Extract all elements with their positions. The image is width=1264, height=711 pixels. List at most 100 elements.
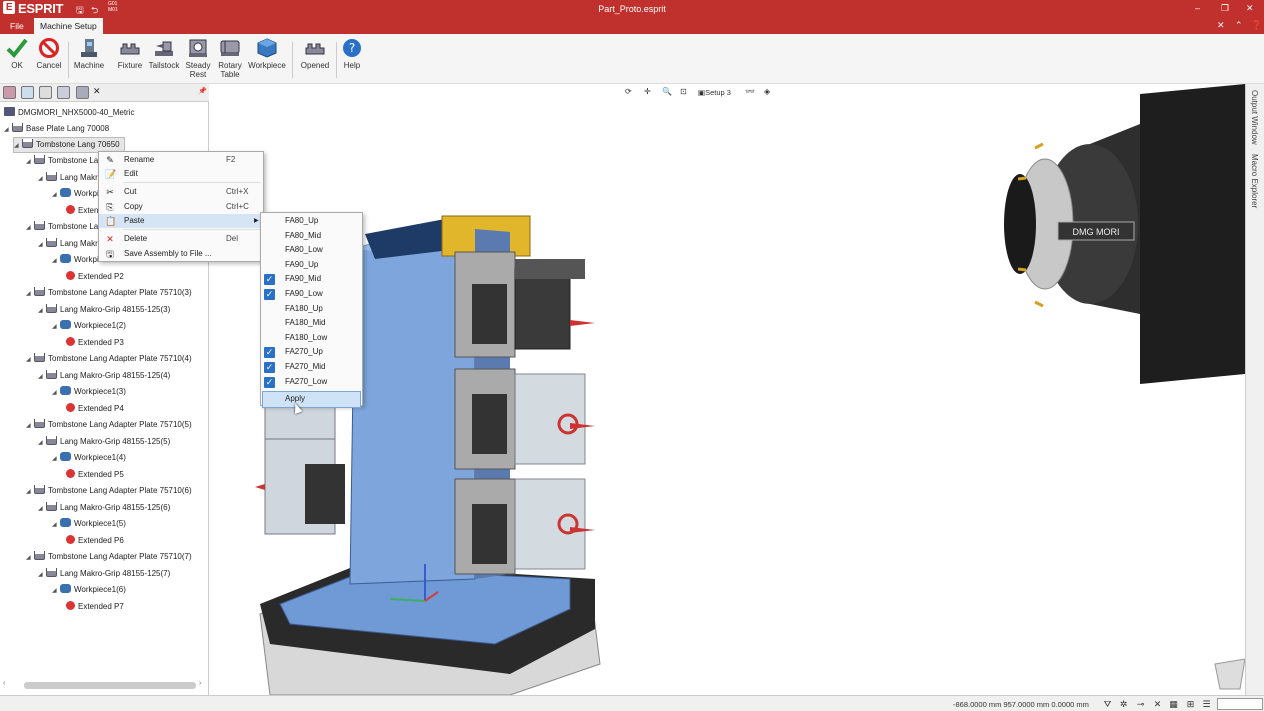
expand-arrow-icon[interactable]: ◢ (38, 304, 46, 318)
menu-item-rename[interactable]: ✎ Rename F2 (99, 153, 263, 167)
tree-item-extended-part[interactable]: Extended P3 (66, 336, 124, 350)
expand-arrow-icon[interactable]: ◢ (52, 320, 60, 334)
output-window-tab[interactable]: Output Window (1250, 90, 1259, 145)
tree-item-fixture[interactable]: ◢ Tombstone Lang 70650 (13, 137, 125, 153)
tree-item-workpiece[interactable]: ◢ Workpiece1(4) (52, 451, 126, 465)
expand-arrow-icon[interactable]: ◢ (26, 287, 34, 301)
expand-arrow-icon[interactable]: ◢ (38, 370, 46, 384)
menu-item-copy[interactable]: ⎘ Copy Ctrl+C (99, 200, 263, 214)
menu-item-delete[interactable]: ✕ Delete Del (99, 232, 263, 246)
layers-status-icon[interactable]: ⊞ (1185, 699, 1196, 709)
paste-option-fa80-low[interactable]: FA80_Low (261, 243, 362, 258)
tree-item-extended-part[interactable]: Extended P7 (66, 600, 124, 614)
menu-item-save-assembly-to-file[interactable]: 🖫 Save Assembly to File ... (99, 247, 263, 261)
cancel-button[interactable]: Cancel (35, 37, 63, 70)
features-icon[interactable] (57, 86, 70, 99)
close-icon[interactable]: ✕ (1246, 3, 1254, 14)
tree-item-extended-part[interactable]: Extended P4 (66, 402, 124, 416)
tree-item-extended-part[interactable]: Extended P5 (66, 468, 124, 482)
opened-button[interactable]: Opened (299, 37, 331, 70)
tree-item-fixture[interactable]: ◢ Tombstone Lang Adapter Plate 75710(6) (26, 484, 192, 498)
expand-arrow-icon[interactable]: ◢ (38, 502, 46, 516)
layers-icon[interactable] (21, 86, 34, 99)
tree-item-extended-part[interactable]: Extended P2 (66, 270, 124, 284)
expand-arrow-icon[interactable]: ◢ (38, 568, 46, 582)
pan-icon[interactable]: ✛ (644, 87, 651, 96)
tree-item-fixture[interactable]: DMGMORI_NHX5000-40_Metric (4, 106, 134, 120)
expand-arrow-icon[interactable]: ◢ (38, 436, 46, 450)
paste-option-fa80-up[interactable]: FA80_Up (261, 214, 362, 229)
cross-icon[interactable]: ✕ (1152, 699, 1163, 709)
macro-explorer-tab[interactable]: Macro Explorer (1250, 154, 1259, 208)
tree-item-extended-part[interactable]: Extended P6 (66, 534, 124, 548)
paste-option-fa90-mid[interactable]: ✓ FA90_Mid (261, 272, 362, 287)
expand-arrow-icon[interactable]: ◢ (26, 155, 34, 169)
tree-item-fixture[interactable]: ◢ Lang Makro-Grip 48155-125(7) (38, 567, 170, 581)
paste-option-fa80-mid[interactable]: FA80_Mid (261, 229, 362, 244)
binoculars-icon[interactable]: 👓 (745, 87, 755, 96)
tree-item-fixture[interactable]: ◢ Lang Makro-Grip 48155-125(4) (38, 369, 170, 383)
expand-arrow-icon[interactable]: ◢ (52, 518, 60, 532)
expand-arrow-icon[interactable]: ◢ (26, 551, 34, 565)
workpiece-button[interactable]: Workpiece (248, 37, 286, 70)
collapse-ribbon-icon[interactable]: ⌃ (1235, 20, 1243, 31)
grid-icon[interactable]: ▦ (1168, 699, 1179, 709)
fixture-button[interactable]: Fixture (117, 37, 143, 70)
rotary-table-button[interactable]: Rotary Table (216, 37, 244, 79)
expand-arrow-icon[interactable]: ◢ (52, 254, 60, 268)
menu-item-edit[interactable]: 📝 Edit (99, 167, 263, 181)
rotate-icon[interactable]: ⟳ (625, 87, 632, 96)
pin-icon[interactable]: 📌 (198, 87, 207, 95)
tailstock-button[interactable]: Tailstock (148, 37, 180, 70)
view-orientation-icon[interactable]: ◈ (764, 87, 770, 96)
paste-option-fa270-low[interactable]: ✓ FA270_Low (261, 375, 362, 390)
paste-option-fa180-low[interactable]: FA180_Low (261, 331, 362, 346)
restore-icon[interactable]: ❐ (1221, 3, 1229, 14)
paste-option-fa90-low[interactable]: ✓ FA90_Low (261, 287, 362, 302)
scroll-left-icon[interactable]: ‹ (3, 680, 5, 687)
plane-icon[interactable]: ⊸ (1135, 699, 1146, 709)
properties-icon[interactable] (39, 86, 52, 99)
tree-item-fixture[interactable]: ◢ Lang Makro-Grip 48155-125(6) (38, 501, 170, 515)
ok-button[interactable]: OK (5, 37, 29, 70)
tree-item-fixture[interactable]: ◢ Tombstone Lang Adapter Plate 75710(4) (26, 352, 192, 366)
apply-button[interactable]: Apply (262, 391, 361, 408)
zoom-in-icon[interactable]: 🔍 (662, 87, 672, 96)
filter-icon[interactable]: ⛛ (1102, 699, 1113, 709)
expand-arrow-icon[interactable]: ◢ (38, 172, 46, 186)
tree-item-fixture[interactable]: ◢ Tombstone Lang Adapter Plate 75710(5) (26, 418, 192, 432)
paste-option-fa270-mid[interactable]: ✓ FA270_Mid (261, 360, 362, 375)
expand-arrow-icon[interactable]: ◢ (52, 584, 60, 598)
tree-item-fixture[interactable]: ◢ Lang Makro-Grip 48155-125(3) (38, 303, 170, 317)
menu-item-cut[interactable]: ✂ Cut Ctrl+X (99, 185, 263, 199)
paste-option-fa180-up[interactable]: FA180_Up (261, 302, 362, 317)
expand-arrow-icon[interactable]: ◢ (26, 485, 34, 499)
work-plane-select[interactable] (1217, 698, 1263, 710)
machine-button[interactable]: Machine (73, 37, 105, 70)
tree-item-fixture[interactable]: ◢ Tombstone Lang Adapter Plate 75710(7) (26, 550, 192, 564)
minimize-icon[interactable]: – (1195, 3, 1200, 13)
steady-rest-button[interactable]: Steady Rest (184, 37, 212, 79)
paste-option-fa270-up[interactable]: ✓ FA270_Up (261, 345, 362, 360)
expand-arrow-icon[interactable]: ◢ (26, 221, 34, 235)
scrollbar-thumb[interactable] (24, 682, 196, 689)
tab-machine-setup[interactable]: Machine Setup (34, 18, 103, 34)
expand-arrow-icon[interactable]: ◢ (52, 386, 60, 400)
list-icon[interactable]: ☰ (1201, 699, 1212, 709)
expand-arrow-icon[interactable]: ◢ (14, 139, 22, 153)
project-manager-icon[interactable] (3, 86, 16, 99)
view-setup-dropdown[interactable]: ▣ Setup 3 (698, 87, 731, 99)
tree-item-fixture[interactable]: ◢ Base Plate Lang 70008 (4, 122, 109, 136)
tree-item-workpiece[interactable]: ◢ Workpiece1(2) (52, 319, 126, 333)
horizontal-scrollbar[interactable]: ‹ › (0, 679, 208, 691)
expand-arrow-icon[interactable]: ◢ (52, 188, 60, 202)
machine-setup-tab-icon[interactable] (76, 86, 89, 99)
graphics-viewport[interactable]: DMG MORI ⟳ ✛ 🔍 ⊡ ▣ Setup 3 👓 ◈ (210, 84, 1245, 695)
expand-arrow-icon[interactable]: ◢ (4, 123, 12, 137)
expand-arrow-icon[interactable]: ◢ (26, 353, 34, 367)
menu-item-paste[interactable]: 📋 Paste ▶ (99, 214, 263, 228)
expand-arrow-icon[interactable]: ◢ (26, 419, 34, 433)
snap-icon[interactable]: ✲ (1118, 699, 1129, 709)
scroll-right-icon[interactable]: › (199, 680, 201, 687)
close-doc-icon[interactable]: ✕ (1217, 20, 1225, 31)
